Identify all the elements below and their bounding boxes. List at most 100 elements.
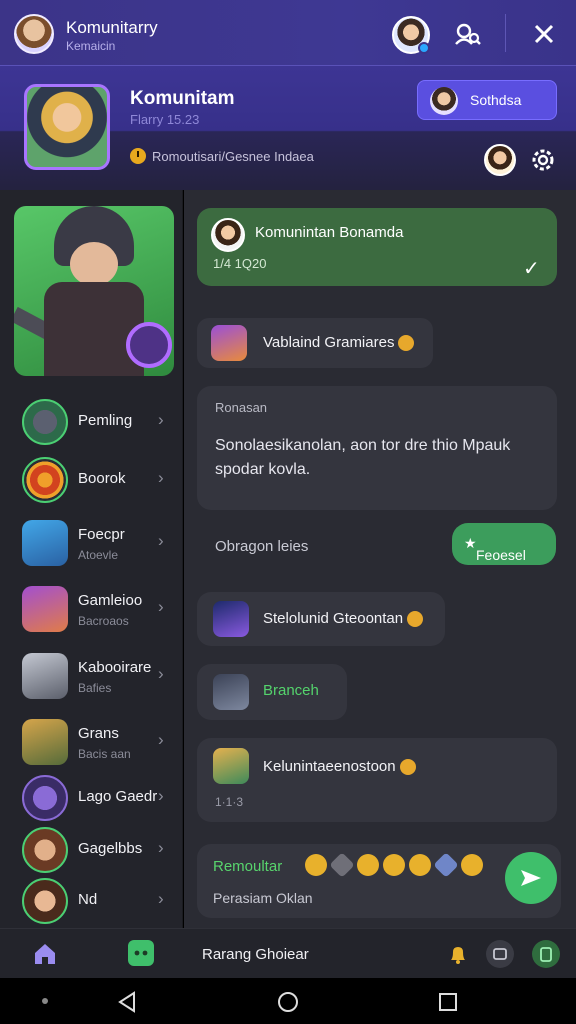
community-subtitle: Flarry 15.23 xyxy=(130,112,200,127)
sidebar-item-foecpr[interactable]: Foecpr Atoevle › xyxy=(0,512,183,572)
sticker-icon xyxy=(407,611,424,628)
chevron-right-icon: › xyxy=(158,889,164,908)
emoji-bar[interactable] xyxy=(305,852,483,878)
send-icon xyxy=(521,870,541,886)
bottom-nav: Rarang Ghoiear xyxy=(0,928,576,978)
wallet-button[interactable] xyxy=(532,940,560,968)
back-icon[interactable] xyxy=(116,990,140,1014)
emoji-icon[interactable] xyxy=(305,854,327,876)
robot-thumb-icon xyxy=(22,653,68,699)
profile-avatar[interactable] xyxy=(14,14,54,54)
message-text: Kelunintaeenostoon xyxy=(263,758,416,776)
message-meta: 1·1·3 xyxy=(215,795,244,809)
sticker-icon xyxy=(399,759,416,776)
reply-button[interactable]: ★ Feoesel xyxy=(452,523,556,565)
game-button[interactable] xyxy=(128,940,154,966)
app-title: Komunitarry xyxy=(66,18,158,37)
recents-icon[interactable] xyxy=(436,990,460,1014)
home-icon xyxy=(35,944,55,964)
community-avatar[interactable] xyxy=(24,84,110,170)
community-info: Romoutisari/Gesnee Indaea xyxy=(130,148,314,164)
clipboard-icon xyxy=(540,947,552,962)
sidebar-item-sub: Bacis aan xyxy=(78,747,131,761)
sidebar-item-sub: Atoevle xyxy=(78,548,119,562)
chevron-right-icon: › xyxy=(158,531,164,550)
emoji-icon[interactable] xyxy=(383,854,405,876)
robot-avatar-icon xyxy=(22,399,68,445)
clock-icon xyxy=(130,148,146,164)
message-header: Ronasan xyxy=(215,400,268,415)
sidebar-item-grans[interactable]: Grans Bacis aan › xyxy=(0,711,183,771)
member-avatar[interactable] xyxy=(484,144,516,176)
message-item[interactable]: Kelunintaeenostoon 1·1·3 xyxy=(197,738,557,822)
chevron-right-icon: › xyxy=(158,786,164,805)
home-button[interactable] xyxy=(32,941,58,967)
close-button[interactable] xyxy=(524,16,564,54)
online-indicator-icon xyxy=(418,42,430,54)
composer-label: Remoultar xyxy=(213,858,283,875)
notification-button[interactable] xyxy=(446,942,470,966)
bottom-nav-label: Rarang Ghoiear xyxy=(202,946,309,963)
sidebar-item-label: Pemling xyxy=(78,412,133,429)
check-icon: ✓ xyxy=(523,258,540,280)
camera-icon xyxy=(493,948,507,960)
composer-input[interactable]: Perasiam Oklan xyxy=(213,890,313,906)
sticker-icon xyxy=(398,335,415,352)
sidebar-item-gamleioo[interactable]: Gamleioo Bacroaos › xyxy=(0,578,183,638)
chevron-right-icon: › xyxy=(158,730,164,749)
message-text: Branceh xyxy=(263,682,319,699)
gear-icon xyxy=(532,149,554,171)
featured-game-card[interactable] xyxy=(14,206,174,376)
emoji-icon[interactable] xyxy=(461,854,483,876)
message-item[interactable]: Vablaind Gramiares xyxy=(197,318,433,368)
people-search-button[interactable] xyxy=(448,16,486,54)
emoji-icon[interactable] xyxy=(409,854,431,876)
pinned-message-title: Komunintan Bonamda xyxy=(255,224,404,241)
camera-button[interactable] xyxy=(486,940,514,968)
pinned-message-meta: 1/4 1Q20 xyxy=(213,256,267,271)
message-item[interactable]: Stelolunid Gteoontan xyxy=(197,592,445,646)
join-avatar xyxy=(430,87,458,115)
sidebar-item-label: Gagelbbs xyxy=(78,840,143,857)
sidebar-item-label: Gamleioo xyxy=(78,592,143,609)
game-badge-icon xyxy=(126,322,172,368)
message-text: Vablaind Gramiares xyxy=(263,334,415,352)
sidebar-item-kabooirare[interactable]: Kabooirare Bafies › xyxy=(0,645,183,705)
sidebar-item-sub: Bacroaos xyxy=(78,614,129,628)
home-nav-icon[interactable] xyxy=(276,990,300,1014)
nav-dot-icon xyxy=(42,998,48,1004)
game-thumb-icon xyxy=(22,719,68,765)
chevron-right-icon: › xyxy=(158,597,164,616)
app-subtitle: Kemaicin xyxy=(66,39,116,53)
gamepad-icon xyxy=(134,950,148,956)
sidebar-item-boorok[interactable]: Boorok › xyxy=(0,449,183,509)
gem-icon[interactable] xyxy=(433,852,459,878)
message-item[interactable]: Ronasan Sonolaesikanolan, aon tor dre th… xyxy=(197,386,557,510)
app-topbar: Komunitarry Kemaicin xyxy=(0,0,576,66)
message-text: Stelolunid Gteoontan xyxy=(263,610,424,628)
pinned-message[interactable]: Komunintan Bonamda 1/4 1Q20 ✓ xyxy=(197,208,557,286)
sidebar-item-nd[interactable]: Nd › xyxy=(0,870,183,930)
topbar-divider xyxy=(505,14,506,52)
message-item[interactable]: Obragon leies xyxy=(197,524,447,566)
chevron-right-icon: › xyxy=(158,468,164,487)
sidebar-item-label: Kabooirare xyxy=(78,659,152,676)
send-button[interactable] xyxy=(505,852,557,904)
wizard-avatar-icon xyxy=(22,775,68,821)
message-body: Sonolaesikanolan, aon tor dre thio Mpauk… xyxy=(215,437,511,478)
join-button[interactable]: Sothdsa xyxy=(417,80,557,120)
girl-avatar-icon xyxy=(22,827,68,873)
diamond-icon[interactable] xyxy=(329,852,355,878)
message-item[interactable]: Branceh xyxy=(197,664,347,720)
sidebar-item-pemling[interactable]: Pemling › xyxy=(0,391,183,451)
join-button-label: Sothdsa xyxy=(470,92,522,108)
people-search-icon xyxy=(455,23,481,45)
sidebar-item-lago-gaedr[interactable]: Lago Gaedr › xyxy=(0,767,183,827)
close-icon xyxy=(534,24,554,44)
game-thumb-icon xyxy=(211,325,247,361)
settings-button[interactable] xyxy=(528,145,558,175)
community-info-text: Romoutisari/Gesnee Indaea xyxy=(152,148,314,164)
game-thumb-icon xyxy=(22,586,68,632)
online-user-avatar[interactable] xyxy=(392,16,430,54)
emoji-icon[interactable] xyxy=(357,854,379,876)
